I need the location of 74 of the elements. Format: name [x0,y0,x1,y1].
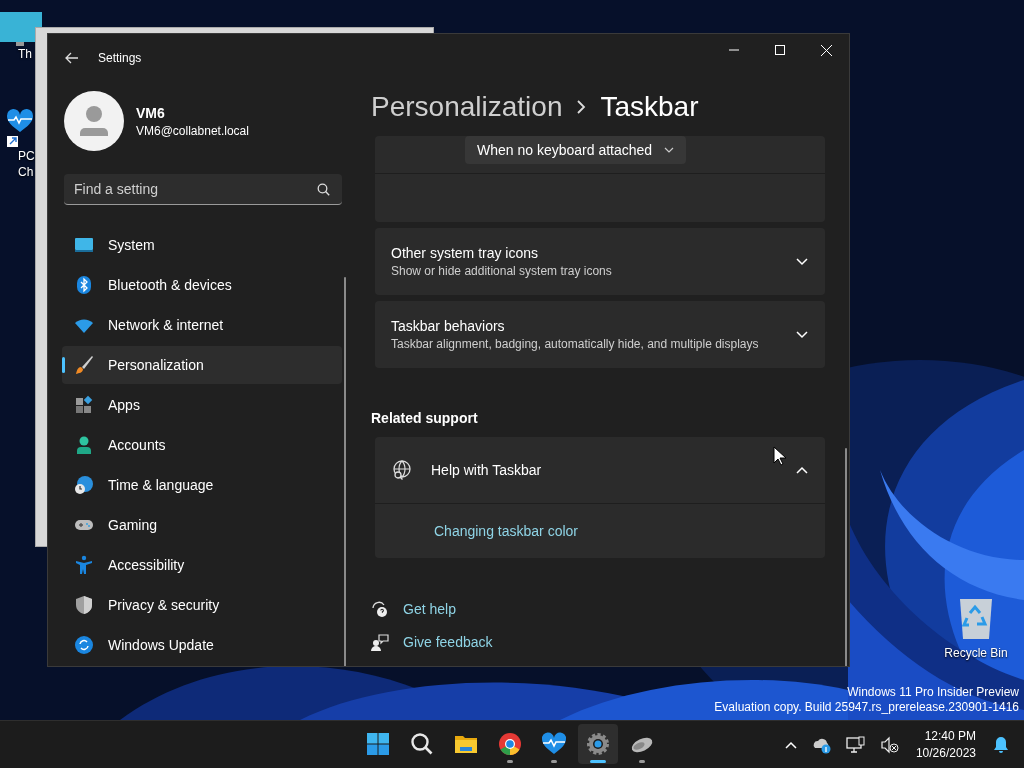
footer-link[interactable]: Give feedback [403,633,493,650]
bluetooth-icon [74,275,94,295]
search-icon [409,731,435,757]
monitor-icon [0,12,42,46]
running-indicator [639,760,645,763]
globe-search-icon [391,459,413,481]
brush-icon [74,355,94,375]
nav-item[interactable]: Windows Update [62,626,342,664]
section-heading: Related support [371,410,479,426]
gear-icon [585,731,611,757]
window-title: Settings [98,51,143,65]
dropdown[interactable]: When no keyboard attached [465,135,687,164]
nav-item[interactable]: Personalization [62,346,342,384]
chevron-right-icon [576,100,587,114]
help-chat-icon [371,599,389,618]
help-link[interactable]: Changing taskbar color [434,523,578,539]
maximize-icon [775,45,785,55]
card-title: Help with Taskbar [431,462,543,478]
nav-item[interactable]: System [62,226,342,264]
nav-item[interactable]: Accounts [62,426,342,464]
person-icon [74,435,94,455]
back-arrow-icon [65,51,79,65]
avatar [64,91,124,151]
monitor-icon [74,235,94,255]
user-email: VM6@collabnet.local [136,123,249,138]
windows-logo-icon [365,731,391,757]
nav-item[interactable]: Bluetooth & devices [62,266,342,304]
icon-label: Recycle Bin [944,645,1008,661]
card-description: Show or hide additional system tray icons [391,264,613,278]
running-indicator [507,760,513,763]
footer-link[interactable]: Get help [403,600,456,617]
nav-item[interactable]: Apps [62,386,342,424]
icon-label: PC [17,148,35,164]
clock[interactable]: 12:40 PM 10/26/2023 [911,728,980,762]
recycle-bin-icon[interactable] [958,597,994,639]
mouse-pointer-icon [773,446,787,466]
bell-icon [992,736,1010,754]
taskbar-app[interactable] [578,724,618,764]
selection-indicator [62,357,65,373]
nav-item[interactable]: Gaming [62,506,342,544]
accessibility-icon [74,555,94,575]
heart-pulse-icon [6,108,34,148]
nav-item[interactable]: Accessibility [62,546,342,584]
nav-item[interactable]: Network & internet [62,306,342,344]
user-name: VM6 [136,104,166,121]
card-title: Other system tray icons [391,245,540,261]
build-notice: Windows 11 Pro Insider Preview [847,685,1019,700]
apps-icon [74,395,94,415]
breadcrumb-link[interactable]: Personalization [371,91,563,123]
heart-pulse-icon [541,731,567,757]
settings-card[interactable]: Taskbar behaviors Taskbar alignment, badging, automatically hide, and multiple displays [375,301,825,368]
cloud-info-icon [811,736,832,754]
nav-item[interactable]: Privacy & security [62,586,342,624]
browser-icon [497,731,523,757]
settings-card[interactable]: Other system tray icons Show or hide additional system tray icons [375,228,825,295]
card-title: Taskbar behaviors [391,318,506,334]
speaker-muted-icon [879,736,900,754]
icon-label: Ch [17,164,34,180]
network-button[interactable] [843,734,868,756]
shield-icon [74,595,94,615]
network-icon [845,736,866,754]
update-icon [74,635,94,655]
running-indicator [590,760,606,763]
nav-item[interactable]: Time & language [62,466,342,504]
feedback-icon [371,632,389,651]
close-icon [820,44,832,56]
card-description: Taskbar alignment, badging, automatically hide, and multiple displays [391,337,760,351]
icon-label: Th [17,46,32,62]
search-icon [317,183,330,196]
globe-clock-icon [74,475,94,495]
build-notice: Evaluation copy. Build 25947.rs_prerelease.230901-1416 [714,700,1019,715]
running-indicator [551,760,557,763]
search-field[interactable]: Find a setting [64,174,342,205]
page-title: Taskbar [600,91,699,123]
